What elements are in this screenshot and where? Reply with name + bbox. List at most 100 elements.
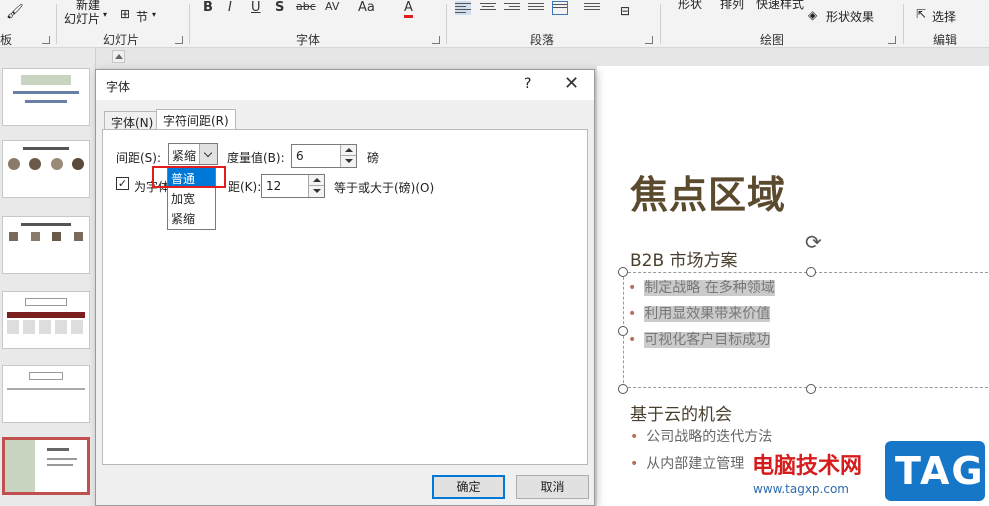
thumbnail-decoration [21, 223, 71, 226]
align-right-icon[interactable] [504, 1, 520, 15]
rotate-handle-icon[interactable]: ⟳ [805, 230, 822, 254]
close-icon[interactable]: ✕ [564, 73, 579, 94]
paragraph-launcher-icon[interactable] [645, 36, 653, 44]
dialog-titlebar[interactable]: 字体 ? ✕ [96, 70, 594, 100]
paragraph-group-label: 段落 [530, 33, 555, 47]
columns-icon[interactable] [584, 1, 600, 15]
bullet-text: 制定战略 在多种领域 [644, 280, 775, 296]
divider [660, 4, 661, 44]
selected-text-box[interactable]: 制定战略 在多种领域 利用显效果带来价值 可视化客户目标成功 [623, 272, 989, 388]
shape-effects-button[interactable]: 形状效果 [826, 8, 874, 25]
justify-icon[interactable] [528, 1, 544, 15]
quick-styles-button[interactable]: 快速样式 [756, 0, 804, 12]
slides-launcher-icon[interactable] [175, 36, 183, 44]
font-group-label: 字体 [296, 33, 321, 47]
kerning-input[interactable]: 12 [261, 174, 325, 198]
watermark-logo: TAG [885, 441, 985, 501]
scroll-up-button[interactable] [112, 50, 125, 63]
arrange-button[interactable]: 排列 [720, 0, 744, 12]
font-color-button[interactable]: A [404, 0, 413, 18]
thumbnail-decoration [23, 147, 69, 150]
slide-thumbnail[interactable] [2, 68, 90, 126]
watermark-logo-text: TAG [895, 449, 985, 493]
check-icon: ✓ [117, 177, 128, 190]
chevron-down-icon[interactable] [199, 144, 217, 164]
slide-title[interactable]: 焦点区域 [630, 164, 786, 219]
dropdown-option[interactable]: 加宽 [168, 188, 215, 207]
section-heading[interactable]: 基于云的机会 [630, 400, 732, 425]
slide-thumbnail[interactable] [2, 365, 90, 423]
thumbnail-decoration [21, 75, 71, 85]
spin-down-icon[interactable] [340, 156, 356, 167]
measure-input[interactable]: 6 [291, 144, 357, 168]
bullet-text: 利用显效果带来价值 [644, 306, 771, 322]
spin-up-icon[interactable] [308, 175, 324, 186]
spin-down-icon[interactable] [308, 186, 324, 197]
slide-thumbnail[interactable] [2, 291, 90, 349]
slide-thumbnail[interactable] [2, 216, 90, 274]
list-item: 利用显效果带来价值 [628, 303, 771, 323]
section-icon: ⊞ [120, 7, 131, 21]
watermark-site-name: 电脑技术网 [752, 454, 863, 479]
dropdown-option[interactable]: 紧缩 [168, 208, 215, 227]
italic-button[interactable]: I [228, 0, 232, 15]
ok-button[interactable]: 确定 [432, 475, 505, 499]
spacing-select[interactable]: 紧缩 [168, 143, 218, 165]
shadow-button[interactable]: S [275, 0, 284, 15]
select-cursor-icon: ⇱ [916, 7, 927, 21]
distribute-icon[interactable] [552, 1, 568, 15]
help-button[interactable]: ? [524, 76, 531, 92]
dialog-title: 字体 [106, 80, 131, 94]
slide-thumbnail[interactable] [2, 140, 90, 198]
thumbnail-decoration [47, 464, 73, 466]
divider [903, 4, 904, 44]
slide-thumbnail-selected[interactable] [2, 437, 90, 495]
thumbnail-decoration [13, 91, 79, 94]
shapes-button[interactable]: 形状 [678, 0, 702, 12]
underline-button[interactable]: U [251, 0, 261, 15]
bullet-text: 可视化客户目标成功 [644, 332, 771, 348]
shape-effects-icon[interactable]: ◈ [808, 8, 817, 22]
resize-handle[interactable] [618, 326, 628, 336]
tab-font[interactable]: 字体(N) [104, 111, 161, 130]
drawing-launcher-icon[interactable] [888, 36, 896, 44]
divider [446, 4, 447, 44]
list-item: 制定战略 在多种领域 [628, 277, 775, 297]
clipboard-launcher-icon[interactable] [42, 36, 50, 44]
list-item: 公司战略的迭代方法 [630, 426, 772, 446]
align-left-icon[interactable] [455, 1, 471, 15]
measure-label: 度量值(B): [227, 151, 285, 165]
slide-canvas[interactable]: 焦点区域 B2B 市场方案 制定战略 在多种领域 利用显效果带来价值 可视化客户… [597, 66, 989, 506]
list-item: 从内部建立管理 [630, 453, 744, 473]
change-case-button[interactable]: Aa [358, 0, 375, 15]
thumbnail-decoration [7, 388, 85, 390]
cancel-button[interactable]: 取消 [516, 475, 589, 499]
align-center-icon[interactable] [480, 1, 496, 15]
spin-up-icon[interactable] [340, 145, 356, 156]
resize-handle[interactable] [618, 384, 628, 394]
smartart-icon[interactable]: ⊟ [620, 4, 630, 18]
resize-handle[interactable] [806, 384, 816, 394]
section-heading[interactable]: B2B 市场方案 [630, 246, 738, 271]
section-button[interactable]: 节 [136, 8, 148, 25]
kerning-checkbox[interactable]: ✓ [116, 177, 129, 190]
strikethrough-button[interactable]: abc [296, 0, 316, 13]
clipboard-group-label: 板 [0, 33, 13, 47]
thumbnail-decoration [47, 458, 77, 460]
spacing-select-value: 紧缩 [172, 149, 197, 163]
thumbnail-decoration [3, 158, 89, 170]
kerning-label-suffix: 距(K): [228, 180, 262, 194]
char-spacing-button[interactable]: AV [325, 0, 339, 13]
new-slide-button[interactable]: 幻灯片 [64, 10, 100, 27]
bold-button[interactable]: B [203, 0, 213, 15]
resize-handle[interactable] [806, 267, 816, 277]
format-painter-icon[interactable]: 🖌 [6, 4, 24, 20]
font-launcher-icon[interactable] [432, 36, 440, 44]
chevron-down-icon[interactable]: ▾ [152, 10, 156, 19]
chevron-down-icon[interactable]: ▾ [103, 10, 107, 19]
tab-character-spacing[interactable]: 字符间距(R) [156, 109, 236, 130]
resize-handle[interactable] [618, 267, 628, 277]
select-button[interactable]: 选择 [932, 8, 956, 25]
ribbon: 🖌 板 新建 幻灯片 ▾ ⊞ 节 ▾ 幻灯片 B I U S abc AV Aa… [0, 0, 989, 48]
spacing-label: 间距(S): [116, 151, 162, 165]
